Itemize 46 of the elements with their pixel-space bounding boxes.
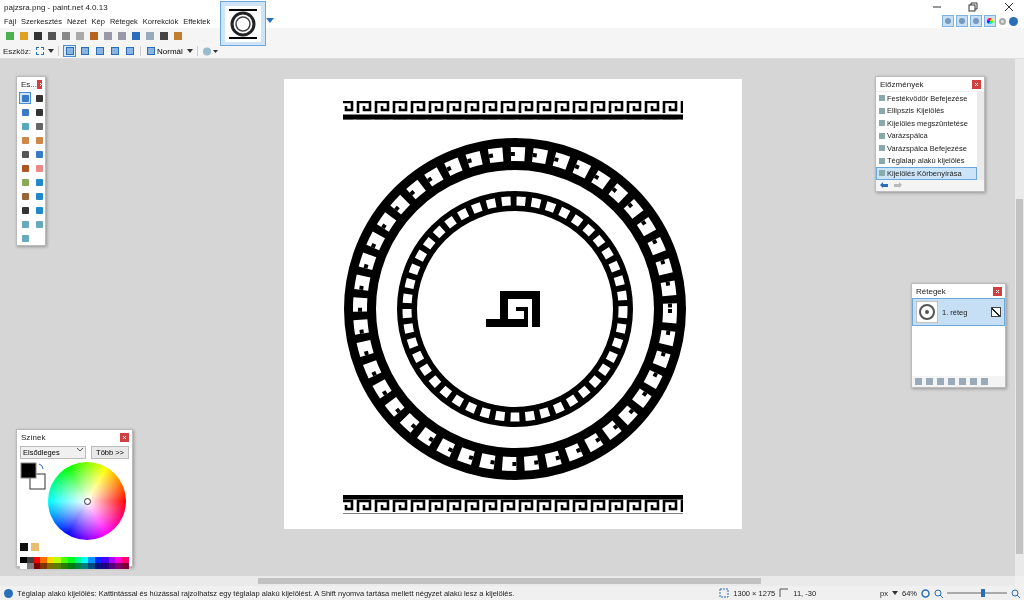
color-palette-drawing[interactable]	[20, 557, 129, 569]
zoom-out-icon[interactable]	[934, 588, 943, 598]
scrollbar[interactable]	[1015, 59, 1024, 576]
color-swatch-icon[interactable]	[20, 543, 40, 552]
panel-title: Rétegek	[916, 287, 946, 296]
tool-button[interactable]	[33, 92, 45, 104]
scrollbar[interactable]	[977, 92, 984, 180]
layer-thumbnail-icon	[916, 301, 938, 323]
restore-icon[interactable]	[968, 2, 978, 12]
close-icon[interactable]	[1004, 2, 1014, 12]
window-title: pajzsra.png - paint.net 4.0.13	[4, 2, 108, 12]
panel-toggle-button[interactable]	[984, 15, 996, 27]
zoom-fit-icon[interactable]	[921, 588, 930, 598]
selection-mode-button[interactable]	[78, 45, 91, 57]
panel-title: Es...	[21, 80, 37, 89]
dropdown-arrow-icon[interactable]	[266, 18, 274, 24]
scrollbar[interactable]	[0, 576, 1015, 586]
tool-button[interactable]	[33, 120, 45, 132]
zoom-in-icon[interactable]	[1011, 588, 1020, 598]
visibility-checkbox[interactable]	[991, 307, 1001, 317]
rectangle-select-icon[interactable]	[33, 45, 46, 57]
caret-icon[interactable]	[186, 49, 193, 53]
selection-mode-button[interactable]	[108, 45, 121, 57]
tool-label: Eszköz:	[3, 46, 31, 56]
panel-toggle-button[interactable]	[970, 15, 982, 27]
image-size-icon	[719, 588, 730, 598]
blend-mode-dropdown[interactable]: Normál	[145, 46, 185, 56]
selection-mode-button[interactable]	[123, 45, 136, 57]
settings-icon[interactable]	[998, 16, 1007, 26]
caret-icon[interactable]	[48, 49, 54, 53]
tool-button[interactable]	[19, 204, 31, 216]
zoom-slider-thumb[interactable]	[981, 589, 985, 597]
selection-mode-button[interactable]	[93, 45, 106, 57]
cursor-position-icon	[779, 588, 790, 598]
panel-toggle-button[interactable]	[956, 15, 968, 27]
selection-mode-button[interactable]	[63, 45, 76, 57]
caret-icon[interactable]	[892, 591, 898, 595]
primary-secondary-color-icon[interactable]	[20, 462, 46, 490]
panel-toggle-button[interactable]	[942, 15, 954, 27]
tool-button[interactable]	[33, 106, 45, 118]
antialias-icon[interactable]	[201, 46, 218, 56]
image-thumbnail-tab[interactable]	[220, 1, 266, 46]
caret-icon	[77, 448, 84, 452]
panel-title: Előzmények	[880, 80, 924, 89]
tool-button[interactable]	[19, 148, 31, 160]
panel-title: Színek	[21, 433, 46, 442]
